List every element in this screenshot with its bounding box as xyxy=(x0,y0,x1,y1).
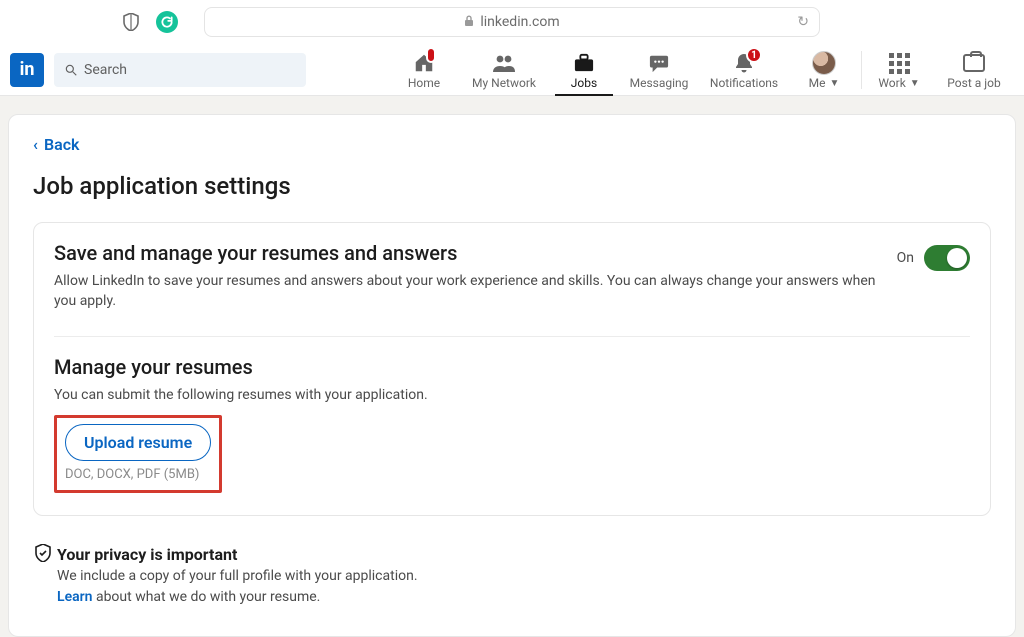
post-job-icon xyxy=(963,52,985,74)
save-section-title: Save and manage your resumes and answers xyxy=(54,241,881,265)
linkedin-logo[interactable]: in xyxy=(10,53,44,87)
privacy-line2: about what we do with your resume. xyxy=(92,589,320,605)
nav-messaging[interactable]: Messaging xyxy=(619,44,699,96)
nav-home-badge xyxy=(426,47,436,63)
save-section-desc: Allow LinkedIn to save your resumes and … xyxy=(54,271,881,312)
chevron-down-icon: ▼ xyxy=(829,78,839,89)
refresh-icon[interactable]: ↻ xyxy=(797,14,809,30)
toggle-label: On xyxy=(897,250,914,266)
linkedin-topnav: in Search Home My Network Jobs xyxy=(0,44,1024,96)
upload-hint: DOC, DOCX, PDF (5MB) xyxy=(65,467,211,482)
privacy-section: Your privacy is important We include a c… xyxy=(33,544,991,608)
settings-panel: Save and manage your resumes and answers… xyxy=(33,222,991,516)
avatar xyxy=(812,51,836,75)
settings-card: ‹ Back Job application settings Save and… xyxy=(8,114,1016,637)
nav-me[interactable]: Me▼ xyxy=(789,44,859,96)
back-link[interactable]: ‹ Back xyxy=(33,135,80,154)
nav-home[interactable]: Home xyxy=(389,44,459,96)
search-input[interactable]: Search xyxy=(54,53,306,87)
privacy-learn-link[interactable]: Learn xyxy=(57,589,92,605)
manage-section-desc: You can submit the following resumes wit… xyxy=(54,385,970,405)
nav-divider xyxy=(861,51,862,89)
people-icon xyxy=(492,52,516,74)
grid-icon xyxy=(889,52,910,74)
search-icon xyxy=(64,63,78,77)
browser-url-bar[interactable]: linkedin.com ↻ xyxy=(204,7,820,37)
grammarly-icon[interactable] xyxy=(156,11,178,33)
privacy-title: Your privacy is important xyxy=(57,545,237,564)
privacy-line1: We include a copy of your full profile w… xyxy=(57,566,989,587)
nav-work[interactable]: Work▼ xyxy=(864,44,934,96)
chat-icon xyxy=(648,52,670,74)
search-placeholder: Search xyxy=(84,62,127,78)
upload-highlight-box: Upload resume DOC, DOCX, PDF (5MB) xyxy=(54,415,222,493)
section-divider xyxy=(54,336,970,337)
browser-chrome: linkedin.com ↻ xyxy=(0,0,1024,44)
shield-icon[interactable] xyxy=(122,13,140,31)
nav-jobs[interactable]: Jobs xyxy=(549,44,619,96)
nav-my-network[interactable]: My Network xyxy=(459,44,549,96)
chevron-down-icon: ▼ xyxy=(910,78,920,89)
chevron-left-icon: ‹ xyxy=(33,135,38,154)
nav-notifications[interactable]: 1 Notifications xyxy=(699,44,789,96)
save-resumes-toggle[interactable] xyxy=(924,245,970,271)
nav-notifications-badge: 1 xyxy=(746,47,762,63)
manage-section-title: Manage your resumes xyxy=(54,355,970,379)
page-title: Job application settings xyxy=(33,172,991,200)
browser-url-text: linkedin.com xyxy=(480,14,559,30)
nav-post-a-job[interactable]: Post a job xyxy=(934,44,1014,96)
briefcase-icon xyxy=(573,52,595,74)
privacy-shield-icon xyxy=(35,544,51,566)
lock-icon xyxy=(464,15,474,30)
upload-resume-button[interactable]: Upload resume xyxy=(65,424,211,461)
